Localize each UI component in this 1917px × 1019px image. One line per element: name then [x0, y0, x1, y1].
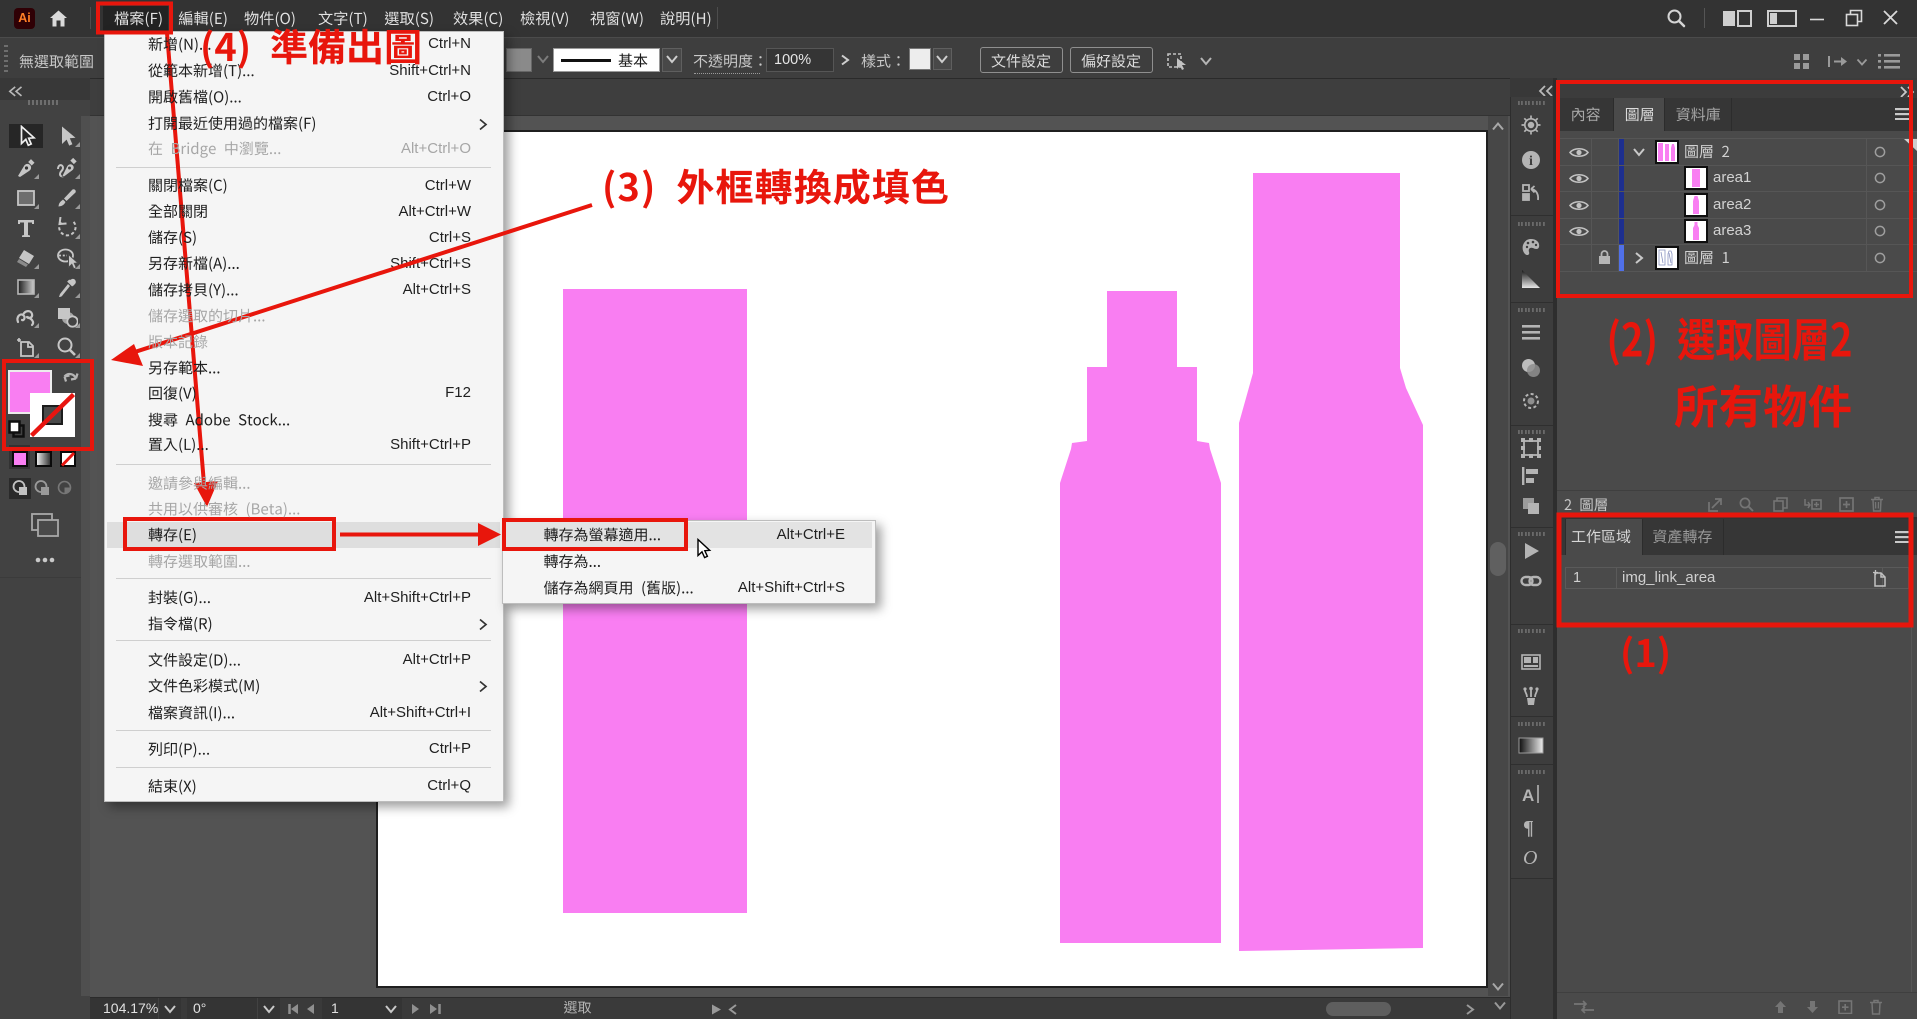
- svg-text:¶: ¶: [1523, 817, 1534, 838]
- svg-text:O: O: [1523, 847, 1537, 868]
- svg-text:A: A: [1522, 786, 1534, 805]
- svg-text:i: i: [1529, 154, 1533, 169]
